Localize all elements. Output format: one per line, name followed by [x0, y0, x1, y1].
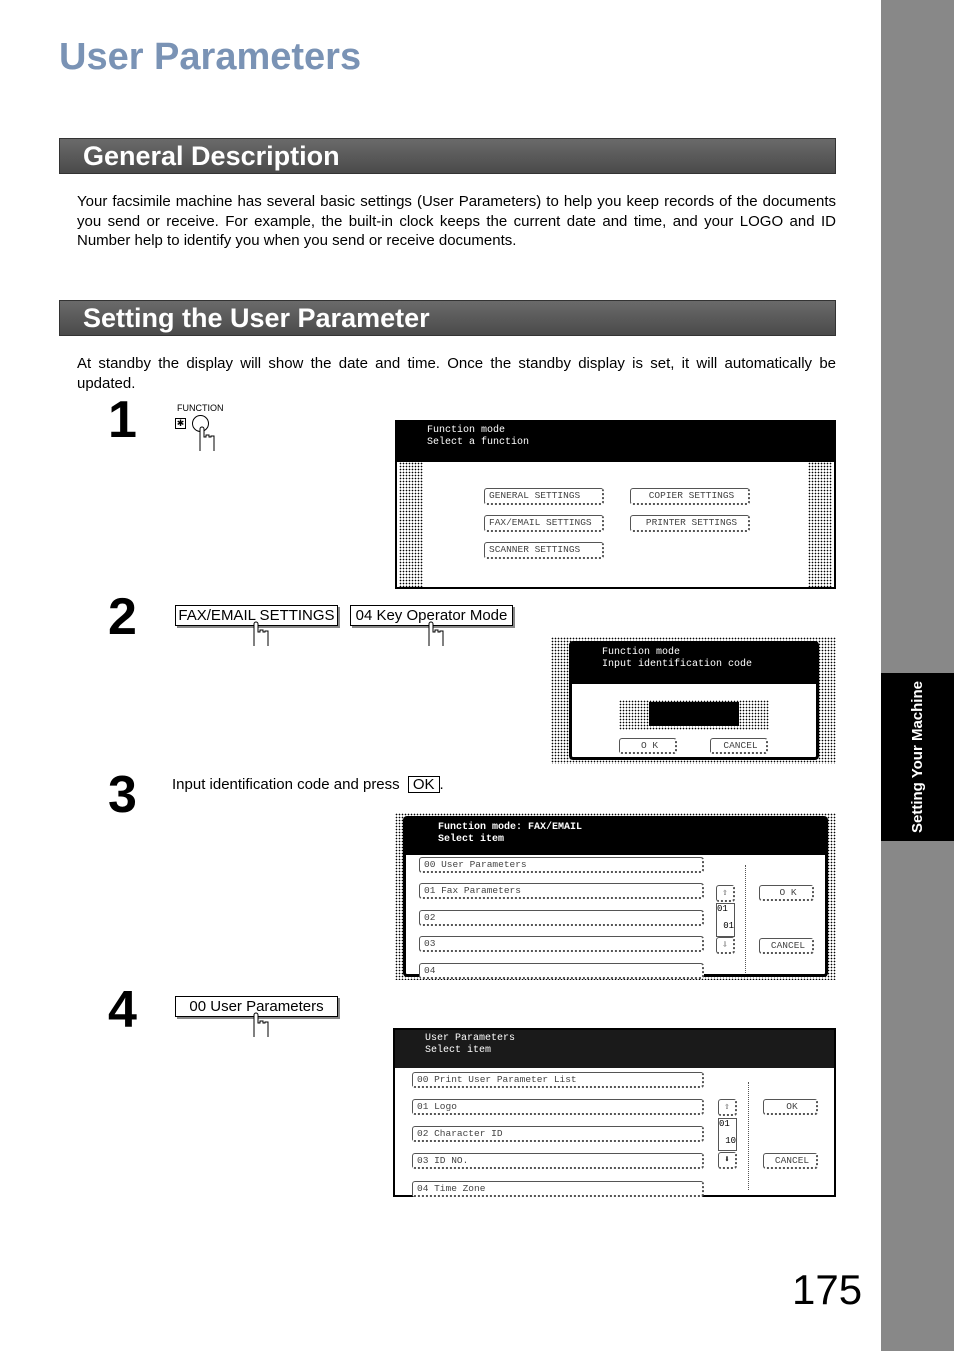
list-item[interactable]: 00 User Parameters [419, 857, 704, 873]
list-item[interactable]: 04 Time Zone [412, 1181, 704, 1197]
scroll-down-button[interactable]: ⇩ [716, 937, 735, 954]
scroll-up-button[interactable]: ⇧ [716, 885, 735, 902]
pointing-hand-icon [253, 1012, 269, 1037]
lcd-screen-id-code: Function mode Input identification code O… [551, 637, 836, 764]
screen-line: Select item [425, 1045, 492, 1056]
general-settings-button[interactable]: GENERAL SETTINGS [484, 488, 604, 505]
lcd-screen-function-mode: Function mode Select a function GENERAL S… [395, 420, 836, 589]
cancel-button[interactable]: CANCEL [710, 738, 768, 754]
scroll-up-button[interactable]: ⇧ [718, 1099, 737, 1116]
asterisk-icon: ✱ [175, 418, 186, 429]
screen-line: Input identification code [602, 659, 753, 670]
list-item[interactable]: 03 ID NO. [412, 1153, 704, 1169]
screen-line: Select a function [427, 437, 530, 448]
scanner-settings-button[interactable]: SCANNER SETTINGS [484, 542, 604, 559]
ok-button[interactable]: OK [763, 1099, 818, 1115]
list-item[interactable]: 00 Print User Parameter List [412, 1072, 704, 1088]
step-number: 4 [108, 981, 137, 1039]
list-item[interactable]: 02 Character ID [412, 1126, 704, 1142]
screen-pattern [808, 462, 832, 587]
id-code-input[interactable] [649, 702, 739, 726]
chapter-tab-label: Setting Your Machine [908, 681, 926, 833]
copier-settings-button[interactable]: COPIER SETTINGS [630, 488, 750, 505]
cancel-button[interactable]: CANCEL [759, 938, 814, 954]
step-instruction: Input identification code and press OK. [172, 776, 444, 793]
section-text: Your facsimile machine has several basic… [77, 193, 836, 249]
chapter-tab: Setting Your Machine [881, 673, 954, 841]
step-number: 1 [108, 391, 137, 449]
screen-line: Function mode [427, 425, 506, 436]
pointing-hand-icon [253, 621, 269, 646]
section-text: At standby the display will show the dat… [77, 355, 836, 392]
fax-email-settings-button[interactable]: FAX/EMAIL SETTINGS [484, 515, 604, 532]
divider [748, 1082, 749, 1190]
screen-line: Function mode: FAX/EMAIL [438, 822, 583, 833]
page-number: 175 [792, 1266, 863, 1313]
ok-key[interactable]: OK [407, 776, 440, 793]
list-item[interactable]: 03 [419, 936, 704, 952]
section-heading: Setting the User Parameter [59, 300, 836, 336]
divider [745, 865, 746, 973]
ok-button[interactable]: O K [619, 738, 677, 754]
step-number: 2 [108, 588, 137, 646]
list-item[interactable]: 01 Fax Parameters [419, 883, 704, 899]
screen-line: Select item [438, 834, 505, 845]
ok-button[interactable]: O K [759, 885, 814, 901]
page-title: User Parameters [59, 36, 362, 78]
step-number: 3 [108, 766, 137, 824]
printer-settings-button[interactable]: PRINTER SETTINGS [630, 515, 750, 532]
list-item[interactable]: 02 [419, 910, 704, 926]
page-indicator: 01 10 [718, 1118, 737, 1151]
list-item[interactable]: 01 Logo [412, 1099, 704, 1115]
lcd-screen-fax-email: Function mode: FAX/EMAIL Select item 00 U… [395, 813, 836, 980]
list-item[interactable]: 04 [419, 963, 704, 979]
pointing-hand-icon [199, 426, 215, 451]
lcd-screen-user-parameters: User Parameters Select item 00 Print User… [393, 1028, 836, 1197]
screen-pattern [399, 462, 423, 587]
page-indicator: 01 01 [716, 903, 735, 937]
pointing-hand-icon [428, 621, 444, 646]
instruction-text: Input identification code and press [172, 776, 400, 793]
screen-line: User Parameters [425, 1033, 516, 1044]
screen-line: Function mode [602, 647, 681, 658]
cancel-button[interactable]: CANCEL [763, 1153, 818, 1169]
section-heading: General Description [59, 138, 836, 174]
scroll-down-button[interactable]: ⬇ [718, 1152, 737, 1169]
function-key-label: FUNCTION [177, 403, 224, 413]
